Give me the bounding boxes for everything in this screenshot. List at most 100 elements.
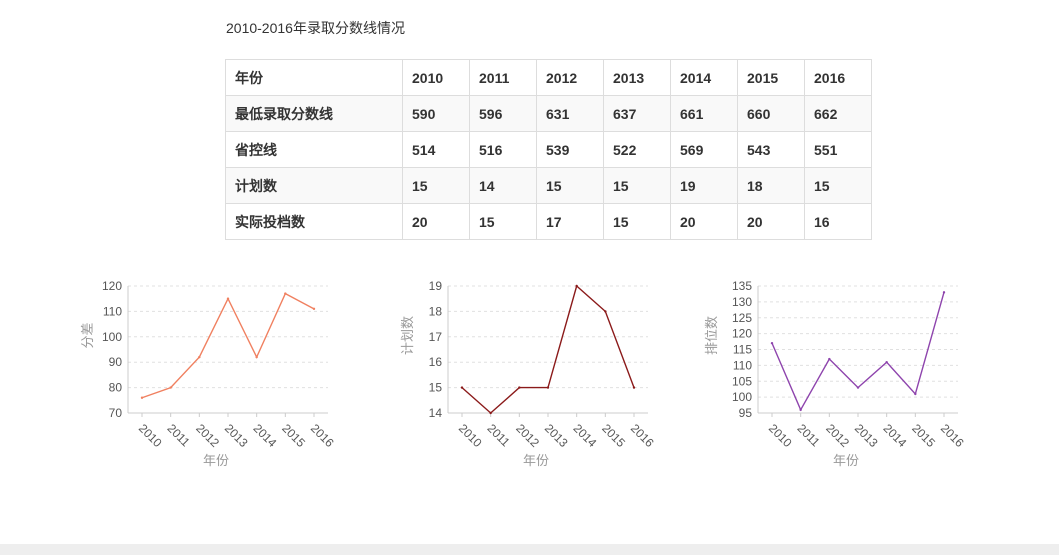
table-cell: 2012 <box>536 59 604 96</box>
x-axis-title: 年份 <box>203 454 229 469</box>
table-row: 年份 2010 2011 2012 2013 2014 2015 2016 <box>225 59 872 96</box>
table-cell: 551 <box>804 131 872 168</box>
score-table-body: 年份 2010 2011 2012 2013 2014 2015 2016 最低录取分数线 590… <box>225 59 872 240</box>
table-cell: 631 <box>536 95 604 132</box>
chart-svg: 14 15 16 17 18 19 2010 2011 2012 2013 2014 2015 2016… <box>401 279 657 469</box>
table-row: 实际投档数 20 15 17 15 20 20 16 <box>225 203 872 240</box>
table-cell: 15 <box>536 167 604 204</box>
x-tick-label: 2012 <box>193 421 222 450</box>
x-tick-label: 2010 <box>136 421 165 450</box>
table-cell: 660 <box>737 95 805 132</box>
table-cell: 2015 <box>737 59 805 96</box>
data-point <box>489 411 492 415</box>
data-point <box>284 292 287 295</box>
x-tick-label: 2014 <box>881 421 910 450</box>
row-label: 省控线 <box>225 131 403 168</box>
data-point <box>169 386 172 389</box>
x-tick-label: 2013 <box>542 421 571 450</box>
y-tick-label: 14 <box>429 406 443 420</box>
row-label: 最低录取分数线 <box>225 95 403 132</box>
table-row: 省控线 514 516 539 522 569 543 551 <box>225 131 872 168</box>
table-cell: 2014 <box>670 59 738 96</box>
row-label: 计划数 <box>225 167 403 204</box>
table-cell: 590 <box>402 95 470 132</box>
y-tick-label: 90 <box>109 355 123 369</box>
x-tick-label: 2013 <box>222 421 251 450</box>
table-cell: 20 <box>402 203 470 240</box>
table-cell: 15 <box>603 167 671 204</box>
data-point <box>575 284 578 288</box>
table-cell: 2011 <box>469 59 537 96</box>
footer-bar <box>0 544 1059 555</box>
data-point <box>312 307 316 311</box>
table-cell: 662 <box>804 95 872 132</box>
rank-count-chart: 95 100 105 110 115 120 125 130 135 2010 2011 2012 20… <box>690 272 990 482</box>
y-tick-label: 70 <box>109 406 123 420</box>
y-tick-label: 120 <box>732 327 752 341</box>
table-cell: 15 <box>469 203 537 240</box>
data-point <box>856 386 860 389</box>
table-cell: 19 <box>670 167 738 204</box>
y-tick-label: 110 <box>103 304 122 318</box>
y-tick-label: 100 <box>102 330 122 344</box>
table-cell: 514 <box>402 131 470 168</box>
table-cell: 522 <box>603 131 671 168</box>
score-gap-chart: 70 80 90 100 110 120 2010 2011 2012 2013 2014 2015 2… <box>60 272 360 482</box>
data-point <box>604 310 607 313</box>
table-cell: 2010 <box>402 59 470 96</box>
table-cell: 637 <box>603 95 671 132</box>
data-point <box>518 386 521 389</box>
x-tick-label: 2011 <box>485 421 513 449</box>
data-point <box>460 386 464 389</box>
data-point <box>255 355 258 359</box>
y-tick-label: 16 <box>429 355 443 369</box>
y-axis-title: 计划数 <box>401 316 416 355</box>
x-axis-title: 年份 <box>833 454 859 469</box>
x-tick-label: 2016 <box>938 421 967 450</box>
table-cell: 15 <box>402 167 470 204</box>
y-tick-label: 17 <box>429 330 443 344</box>
data-point <box>140 396 144 399</box>
y-tick-label: 15 <box>429 381 443 395</box>
y-tick-label: 80 <box>109 381 123 395</box>
data-point <box>828 357 831 361</box>
data-point <box>942 291 946 294</box>
table-cell: 14 <box>469 167 537 204</box>
x-tick-label: 2014 <box>571 421 600 450</box>
y-tick-label: 125 <box>732 311 752 325</box>
data-point <box>632 386 636 389</box>
table-cell: 17 <box>536 203 604 240</box>
data-point <box>198 355 201 359</box>
y-tick-label: 130 <box>732 295 752 309</box>
table-cell: 16 <box>804 203 872 240</box>
x-tick-label: 2012 <box>513 421 542 450</box>
series-line <box>771 292 945 412</box>
x-tick-label: 2010 <box>766 421 795 450</box>
y-tick-label: 95 <box>739 406 753 420</box>
y-axis-title: 分差 <box>81 322 96 348</box>
table-cell: 596 <box>469 95 537 132</box>
score-table: 年份 2010 2011 2012 2013 2014 2015 2016 最低录取分数线 590… <box>225 59 872 240</box>
data-point <box>546 386 550 389</box>
y-tick-label: 115 <box>733 343 752 357</box>
data-point <box>770 341 774 345</box>
y-axis-title: 排位数 <box>705 316 720 355</box>
x-tick-label: 2015 <box>279 421 308 450</box>
table-cell: 2013 <box>603 59 671 96</box>
table-cell: 20 <box>670 203 738 240</box>
x-tick-label: 2015 <box>909 421 938 450</box>
y-tick-label: 19 <box>429 279 443 293</box>
table-row: 计划数 15 14 15 15 19 18 15 <box>225 167 872 204</box>
table-row: 最低录取分数线 590 596 631 637 661 660 662 <box>225 95 872 132</box>
page-title: 2010-2016年录取分数线情况 <box>226 20 405 36</box>
x-axis-title: 年份 <box>523 454 549 469</box>
x-tick-label: 2014 <box>251 421 280 450</box>
y-tick-label: 135 <box>732 279 752 293</box>
y-tick-label: 105 <box>732 374 752 388</box>
table-cell: 569 <box>670 131 738 168</box>
table-cell: 661 <box>670 95 738 132</box>
table-cell: 15 <box>603 203 671 240</box>
table-cell: 18 <box>737 167 805 204</box>
data-point <box>885 361 888 364</box>
x-tick-label: 2016 <box>628 421 657 450</box>
